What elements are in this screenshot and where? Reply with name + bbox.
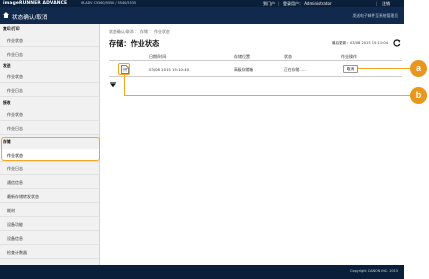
table-row: 03/08 2015 15:10:40 高级存储箱 正在存储…… 取消	[109, 61, 402, 77]
callout-b-vline	[124, 74, 125, 96]
page-title: 存储：作业状态	[109, 39, 160, 48]
job-status: 正在存储……	[284, 67, 307, 72]
sidebar-item-copy-job-status[interactable]: 作业状态	[0, 34, 99, 47]
sidebar-item-receive-job-status[interactable]: 作业状态	[0, 108, 99, 121]
mail-admin-link[interactable]: 发送电子邮件至系统管理员	[352, 13, 398, 19]
sidebar-item-label: 作业状态	[7, 38, 23, 43]
job-datetime: 03/08 2015 15:10:40	[149, 67, 190, 72]
sidebar-item-receive-job-log[interactable]: 作业日志	[0, 122, 99, 135]
remote-ui-screen: imageRUNNER ADVANCE iR-ADV C5560/5550 / …	[0, 0, 404, 279]
sidebar-item-label: 作业状态	[7, 112, 23, 117]
sub-header: 状态确认/取消 发送电子邮件至系统管理员	[0, 7, 404, 24]
sidebar-item-store-job-log[interactable]: 作业日志	[0, 162, 99, 175]
sidebar-item-label: 作业日志	[7, 52, 23, 57]
page-section-title: 状态确认/取消	[12, 14, 48, 21]
top-bar: imageRUNNER ADVANCE iR-ADV C5560/5550 / …	[0, 0, 404, 7]
sidebar-item-send-job-log[interactable]: 作业日志	[0, 84, 99, 97]
sidebar-item-label: 检查计数器	[7, 250, 27, 255]
sidebar-item-consumables[interactable]: 耗材	[0, 204, 99, 217]
sidebar-item-label: 作业日志	[7, 88, 23, 93]
sidebar-item-label: 最新存储转发状态	[7, 194, 39, 199]
sidebar-item-send-job-status[interactable]: 作业状态	[0, 70, 99, 83]
sidebar-item-device-info[interactable]: 设备信息	[0, 232, 99, 245]
sidebar-category-receive: 接收	[3, 100, 11, 105]
home-icon[interactable]	[3, 12, 9, 18]
sidebar-item-label: 设备信息	[7, 236, 23, 241]
column-header-location: 存储位置	[234, 54, 250, 59]
copyright: Copyright CANON INC. 2015	[350, 269, 398, 273]
job-location: 高级存储箱	[234, 67, 253, 72]
breadcrumb: 状态确认/取消 ： 存储 ： 作业状态	[109, 29, 170, 34]
divider: |	[376, 0, 378, 6]
divider: |	[278, 0, 280, 6]
callout-b: b	[410, 87, 427, 104]
brand-logo: imageRUNNER ADVANCE	[3, 1, 68, 6]
sidebar-item-label: 作业状态	[7, 74, 23, 79]
sidebar-category-send: 发送	[3, 63, 11, 68]
sidebar-item-copy-job-log[interactable]: 作业日志	[0, 48, 99, 61]
sidebar-item-label: 通信信息	[7, 180, 23, 185]
callout-a-line	[358, 68, 410, 69]
callout-b-line	[124, 95, 410, 96]
sidebar-category-copy-print: 复印/打印	[3, 26, 20, 31]
sidebar-item-device-features[interactable]: 设备功能	[0, 218, 99, 231]
device-name: iR-ADV C5560/5550 / 5540/5535	[81, 1, 137, 6]
cancel-button[interactable]: 取消	[343, 65, 358, 73]
last-update: 最后更新：03/08 2015 15:11:04	[332, 41, 388, 45]
sidebar-highlight	[1, 137, 100, 161]
sidebar-item-label: 作业日志	[7, 166, 23, 171]
column-header-action: 作业操作	[341, 54, 357, 59]
refresh-icon[interactable]	[393, 39, 401, 47]
column-header-datetime: 日期/时间	[149, 54, 167, 59]
sidebar-item-store-forward-status[interactable]: 最新存储转发状态	[0, 190, 99, 203]
sidebar-item-check-counter[interactable]: 检查计数器	[0, 246, 99, 259]
footer: Copyright CANON INC. 2015	[0, 265, 404, 279]
sidebar-item-label: 设备功能	[7, 222, 23, 227]
pager-icon[interactable]	[110, 82, 116, 88]
sidebar-item-communication-info[interactable]: 通信信息	[0, 176, 99, 189]
column-header-status: 状态	[284, 54, 292, 59]
sidebar-item-label: 作业日志	[7, 126, 23, 131]
table-header: 日期/时间 存储位置 状态 作业操作	[109, 53, 402, 61]
sidebar-item-label: 耗材	[7, 208, 15, 213]
callout-a: a	[410, 60, 427, 77]
